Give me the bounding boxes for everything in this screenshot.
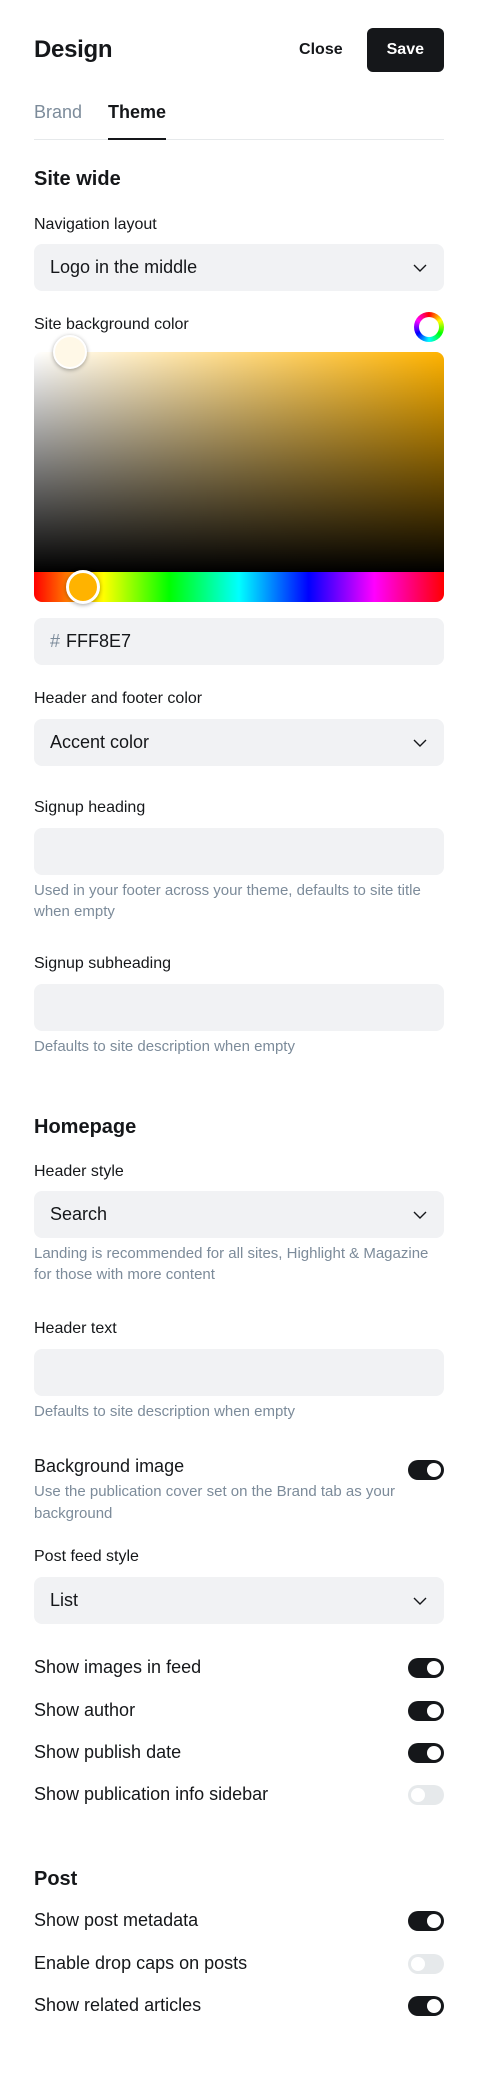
navigation-layout-value: Logo in the middle <box>50 257 198 277</box>
header-style-select[interactable]: Search <box>34 1191 444 1238</box>
header-footer-color-value: Accent color <box>50 732 150 752</box>
header-text-input[interactable] <box>34 1349 444 1396</box>
background-image-setting: Background image Use the publication cov… <box>34 1456 444 1525</box>
hue-slider[interactable] <box>34 570 444 604</box>
drop-caps-toggle[interactable] <box>408 1953 444 1974</box>
background-image-description: Use the publication cover set on the Bra… <box>34 1483 396 1522</box>
header-style-label: Header style <box>34 1163 124 1180</box>
toggle-label: Show post metadata <box>34 1910 199 1930</box>
toggle-label: Show publish date <box>34 1742 182 1762</box>
toggle-label: Show author <box>34 1700 136 1720</box>
color-wheel-icon[interactable] <box>414 312 444 342</box>
saturation-handle[interactable] <box>53 335 87 369</box>
show-author-toggle[interactable] <box>408 1700 444 1721</box>
post-feed-style-label: Post feed style <box>34 1548 139 1565</box>
signup-subheading-label: Signup subheading <box>34 955 172 972</box>
post-feed-style-select[interactable]: List <box>34 1577 444 1624</box>
signup-subheading-input[interactable] <box>34 984 444 1031</box>
chevron-down-icon <box>413 739 427 747</box>
background-image-label: Background image <box>34 1456 185 1476</box>
save-button[interactable]: Save <box>366 28 444 72</box>
color-saturation-area[interactable] <box>34 335 444 572</box>
show-post-metadata-toggle[interactable] <box>408 1910 444 1931</box>
header-footer-color-select[interactable]: Accent color <box>34 719 444 766</box>
tab-theme[interactable]: Theme <box>108 102 167 140</box>
post-feed-style-value: List <box>50 1590 79 1610</box>
hex-color-field[interactable]: # <box>34 618 444 665</box>
close-button[interactable]: Close <box>285 29 357 71</box>
signup-subheading-hint: Defaults to site description when empty <box>34 1038 295 1055</box>
header-text-hint: Defaults to site description when empty <box>34 1403 295 1420</box>
signup-heading-label: Signup heading <box>34 799 146 816</box>
header-footer-color-label: Header and footer color <box>34 690 203 707</box>
section-title-site-wide: Site wide <box>34 168 121 190</box>
section-title-homepage: Homepage <box>34 1116 137 1138</box>
toggle-row-show-publish-date: Show publish date <box>34 1742 444 1763</box>
chevron-down-icon <box>413 1211 427 1219</box>
settings-tabs: Brand Theme <box>34 102 444 140</box>
navigation-layout-label: Navigation layout <box>34 216 157 233</box>
navigation-layout-select[interactable]: Logo in the middle <box>34 244 444 291</box>
header-style-hint: Landing is recommended for all sites, Hi… <box>34 1245 429 1283</box>
hex-color-input[interactable] <box>66 631 367 652</box>
header-text-label: Header text <box>34 1320 117 1337</box>
background-image-toggle[interactable] <box>408 1460 444 1480</box>
panel-header: Design Close Save <box>34 28 444 72</box>
signup-heading-hint: Used in your footer across your theme, d… <box>34 882 421 920</box>
hue-handle[interactable] <box>66 570 100 604</box>
hash-prefix: # <box>50 631 61 651</box>
chevron-down-icon <box>413 1597 427 1605</box>
toggle-label: Show images in feed <box>34 1657 202 1677</box>
toggle-row-show-info-sidebar: Show publication info sidebar <box>34 1784 444 1805</box>
show-publish-date-toggle[interactable] <box>408 1742 444 1763</box>
chevron-down-icon <box>413 264 427 272</box>
show-info-sidebar-toggle[interactable] <box>408 1784 444 1805</box>
page-title: Design <box>34 36 113 63</box>
section-title-post: Post <box>34 1868 78 1890</box>
toggle-label: Enable drop caps on posts <box>34 1953 248 1973</box>
toggle-row-related-articles: Show related articles <box>34 1995 444 2016</box>
signup-heading-input[interactable] <box>34 828 444 875</box>
design-settings-panel: Design Close Save Brand Theme Site wide … <box>0 0 478 2100</box>
toggle-row-drop-caps: Enable drop caps on posts <box>34 1953 444 1974</box>
show-images-toggle[interactable] <box>408 1657 444 1678</box>
site-background-color-label: Site background color <box>34 316 189 333</box>
toggle-row-show-images: Show images in feed <box>34 1657 444 1678</box>
toggle-row-show-author: Show author <box>34 1700 444 1721</box>
header-style-value: Search <box>50 1204 108 1224</box>
toggle-row-post-metadata: Show post metadata <box>34 1910 444 1931</box>
toggle-label: Show publication info sidebar <box>34 1784 269 1804</box>
related-articles-toggle[interactable] <box>408 1995 444 2016</box>
tab-brand[interactable]: Brand <box>34 102 82 139</box>
toggle-label: Show related articles <box>34 1995 202 2015</box>
